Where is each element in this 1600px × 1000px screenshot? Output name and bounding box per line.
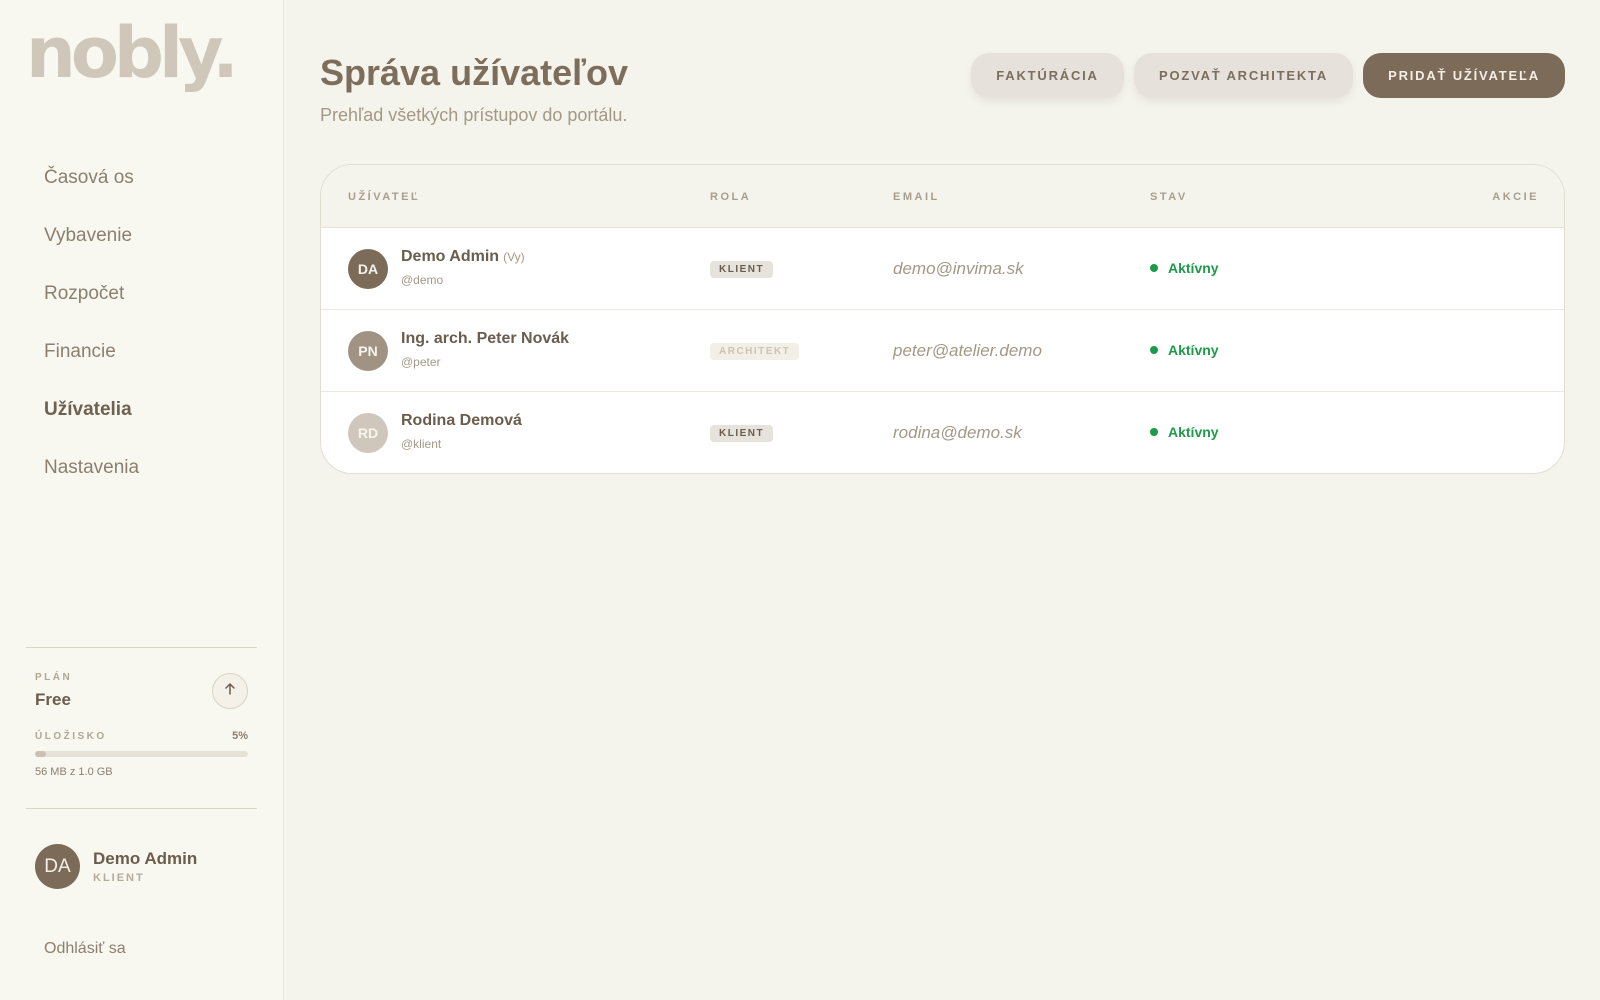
status-dot-icon (1150, 264, 1158, 272)
upgrade-plan-button[interactable] (212, 673, 248, 709)
table-row[interactable]: DA Demo Admin (Vy) @demo KLIENT demo@invi… (321, 228, 1564, 310)
avatar[interactable]: DA (35, 844, 80, 889)
divider (26, 808, 257, 809)
column-header-user: UŽÍVATEĽ (348, 191, 421, 203)
status-text: Aktívny (1168, 424, 1219, 440)
status-badge: Aktívny (1150, 260, 1219, 276)
avatar: RD (348, 413, 388, 453)
storage-progress-fill (35, 751, 46, 757)
user-name: Demo Admin (Vy) (401, 248, 525, 266)
avatar: PN (348, 331, 388, 371)
page-title: Správa užívateľov (320, 52, 629, 93)
user-handle: @peter (401, 355, 441, 369)
logout-link[interactable]: Odhlásiť sa (44, 940, 126, 958)
you-tag: (Vy) (503, 250, 525, 264)
user-name-text: Demo Admin (401, 248, 500, 265)
sidebar-item-rozpocet[interactable]: Rozpočet (44, 276, 139, 334)
status-badge: Aktívny (1150, 424, 1219, 440)
user-name-text: Ing. arch. Peter Novák (401, 330, 570, 347)
user-email: demo@invima.sk (893, 259, 1024, 278)
user-name-text: Rodina Demová (401, 412, 522, 429)
table-row[interactable]: RD Rodina Demová @klient KLIENT rodina@d… (321, 392, 1564, 473)
sidebar-item-financie[interactable]: Financie (44, 334, 139, 392)
column-header-actions: AKCIE (1492, 191, 1539, 203)
storage-percent: 5% (232, 730, 248, 742)
user-email: peter@atelier.demo (893, 341, 1042, 360)
user-handle: @demo (401, 273, 444, 287)
status-dot-icon (1150, 428, 1158, 436)
arrow-up-icon (223, 682, 237, 701)
column-header-role: ROLA (710, 191, 752, 203)
plan-label: PLÁN (35, 672, 73, 683)
add-user-button[interactable]: PRIDAŤ UŽÍVATEĽA (1363, 53, 1565, 98)
user-name: Ing. arch. Peter Novák (401, 330, 573, 348)
status-text: Aktívny (1168, 342, 1219, 358)
role-badge: KLIENT (710, 425, 774, 442)
column-header-email: EMAIL (893, 191, 940, 203)
current-user-name: Demo Admin (93, 849, 198, 868)
storage-progress-bar (35, 751, 248, 757)
avatar: DA (348, 249, 388, 289)
role-badge: ARCHITEKT (710, 343, 800, 360)
current-user-role: KLIENT (93, 872, 145, 884)
user-name: Rodina Demová (401, 412, 526, 430)
sidebar-item-nastavenia[interactable]: Nastavenia (44, 450, 139, 508)
role-badge: KLIENT (710, 261, 774, 278)
sidebar-item-uzivatelia[interactable]: Užívatelia (44, 392, 139, 450)
storage-usage-text: 56 MB z 1.0 GB (35, 766, 113, 778)
column-header-status: STAV (1150, 191, 1188, 203)
sidebar-item-vybavenie[interactable]: Vybavenie (44, 218, 139, 276)
users-table: UŽÍVATEĽ ROLA EMAIL STAV AKCIE DA Demo A… (320, 164, 1565, 474)
sidebar: nobly. Časová os Vybavenie Rozpočet Fina… (0, 0, 284, 1000)
status-badge: Aktívny (1150, 342, 1219, 358)
sidebar-nav: Časová os Vybavenie Rozpočet Financie Už… (44, 160, 139, 508)
billing-button[interactable]: FAKTÚRÁCIA (971, 53, 1124, 98)
nobly-logo[interactable]: nobly. (26, 18, 239, 88)
user-handle: @klient (401, 437, 442, 451)
table-row[interactable]: PN Ing. arch. Peter Novák @peter ARCHITE… (321, 310, 1564, 392)
page-subtitle: Prehľad všetkých prístupov do portálu. (320, 105, 628, 125)
invite-architect-button[interactable]: POZVAŤ ARCHITEKTA (1134, 53, 1353, 98)
sidebar-item-casova-os[interactable]: Časová os (44, 160, 139, 218)
divider (26, 647, 257, 648)
table-header: UŽÍVATEĽ ROLA EMAIL STAV AKCIE (321, 165, 1564, 228)
plan-value: Free (35, 690, 71, 709)
status-text: Aktívny (1168, 260, 1219, 276)
storage-label: ÚLOŽISKO (35, 731, 107, 742)
user-email: rodina@demo.sk (893, 423, 1022, 442)
status-dot-icon (1150, 346, 1158, 354)
